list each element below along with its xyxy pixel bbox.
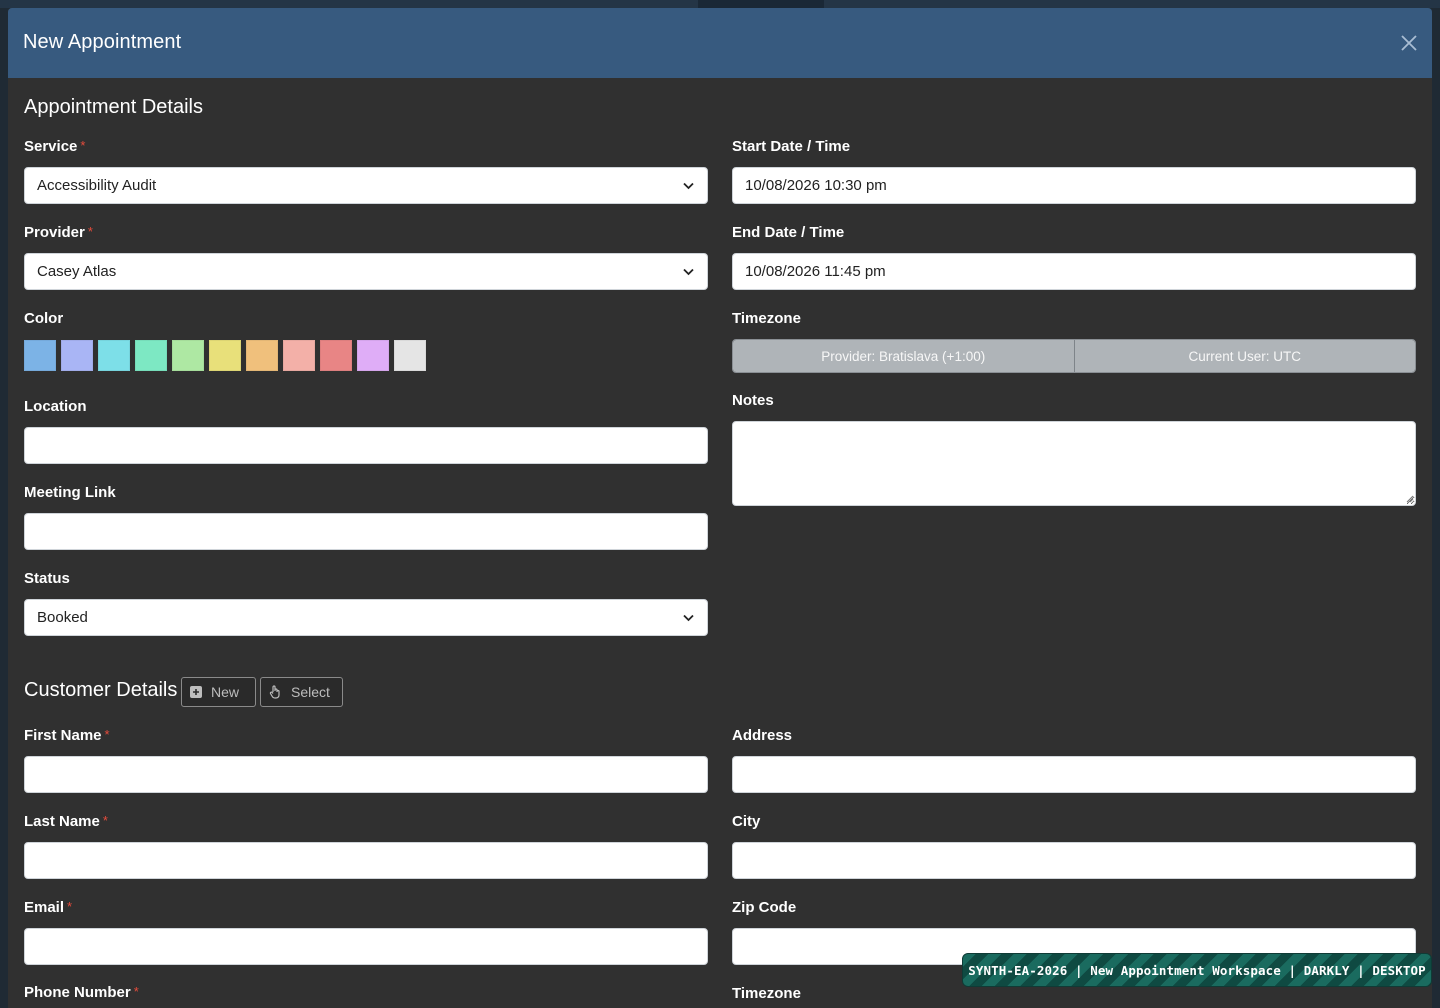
city-label: City (732, 813, 761, 830)
meeting-link-input[interactable] (24, 513, 708, 550)
provider-select-value: Casey Atlas (37, 263, 117, 280)
chevron-down-icon (683, 268, 694, 276)
notes-textarea[interactable] (732, 421, 1416, 506)
color-swatches (24, 340, 431, 371)
required-mark: * (80, 138, 86, 153)
start-datetime-label: Start Date / Time (732, 138, 851, 155)
first-name-label: First Name * (24, 727, 110, 744)
last-name-input[interactable] (24, 842, 708, 879)
service-select[interactable]: Accessibility Audit (24, 167, 708, 204)
end-datetime-label: End Date / Time (732, 224, 845, 241)
chevron-down-icon (683, 614, 694, 622)
customer-timezone-label: Timezone (732, 985, 801, 1002)
modal-title: New Appointment (23, 31, 182, 53)
provider-label: Provider * (24, 224, 93, 241)
required-mark: * (102, 813, 108, 828)
close-button[interactable] (1398, 32, 1420, 54)
provider-select[interactable]: Casey Atlas (24, 253, 708, 290)
service-select-value: Accessibility Audit (37, 177, 157, 194)
new-customer-label: New (211, 684, 240, 700)
customer-details-title: Customer Details (24, 679, 178, 701)
appointment-details-title: Appointment Details (24, 96, 203, 118)
timezone-current-user-button[interactable]: Current User: UTC (1073, 340, 1415, 372)
city-input[interactable] (732, 842, 1416, 879)
location-label: Location (24, 398, 87, 415)
close-icon (1401, 35, 1417, 51)
new-customer-button[interactable]: New (181, 677, 256, 707)
end-datetime-input[interactable] (732, 253, 1416, 290)
required-mark: * (133, 984, 139, 999)
last-name-label: Last Name * (24, 813, 108, 830)
color-swatch[interactable] (246, 340, 278, 371)
select-customer-button[interactable]: Select (260, 677, 343, 707)
backdrop-nav-segment (698, 0, 824, 8)
first-name-input[interactable] (24, 756, 708, 793)
environment-badge: SYNTH-EA-2026 | New Appointment Workspac… (962, 953, 1432, 987)
color-swatch[interactable] (283, 340, 315, 371)
resize-grip-icon[interactable] (1406, 495, 1414, 503)
color-swatch[interactable] (98, 340, 130, 371)
service-label: Service * (24, 138, 86, 155)
pointer-hand-icon (269, 685, 280, 699)
plus-square-icon (190, 686, 202, 698)
color-swatch[interactable] (209, 340, 241, 371)
required-mark: * (87, 224, 93, 239)
color-swatch[interactable] (61, 340, 93, 371)
color-swatch[interactable] (24, 340, 56, 371)
color-swatch[interactable] (357, 340, 389, 371)
status-select-value: Booked (37, 609, 88, 626)
status-select[interactable]: Booked (24, 599, 708, 636)
color-label: Color (24, 310, 64, 327)
start-datetime-input[interactable] (732, 167, 1416, 204)
required-mark: * (104, 727, 110, 742)
chevron-down-icon (683, 182, 694, 190)
email-input[interactable] (24, 928, 708, 965)
address-label: Address (732, 727, 793, 744)
new-appointment-modal: New Appointment Appointment Details Serv… (8, 8, 1432, 1008)
zip-code-label: Zip Code (732, 899, 797, 916)
page-backdrop (0, 0, 1440, 8)
status-label: Status (24, 570, 70, 587)
address-input[interactable] (732, 756, 1416, 793)
timezone-label: Timezone (732, 310, 801, 327)
notes-label: Notes (732, 392, 774, 409)
color-swatch[interactable] (320, 340, 352, 371)
select-customer-label: Select (291, 684, 330, 700)
color-swatch[interactable] (394, 340, 426, 371)
phone-number-label: Phone Number * (24, 984, 139, 1001)
location-input[interactable] (24, 427, 708, 464)
modal-header: New Appointment (8, 8, 1432, 78)
color-swatch[interactable] (135, 340, 167, 371)
email-label: Email * (24, 899, 73, 916)
timezone-provider-button[interactable]: Provider: Bratislava (+1:00) (733, 340, 1074, 372)
color-swatch[interactable] (172, 340, 204, 371)
meeting-link-label: Meeting Link (24, 484, 116, 501)
timezone-toggle-group: Provider: Bratislava (+1:00) Current Use… (732, 339, 1416, 373)
required-mark: * (67, 899, 73, 914)
